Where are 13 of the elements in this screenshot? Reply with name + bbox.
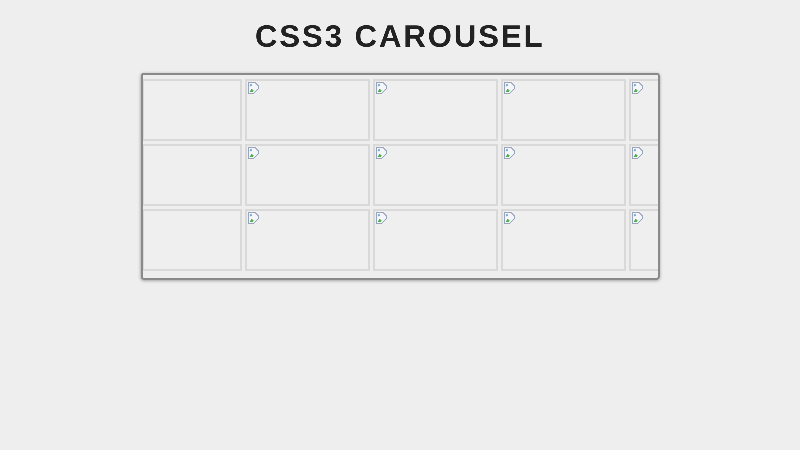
broken-image-icon — [376, 147, 386, 159]
broken-image-icon — [248, 82, 258, 94]
broken-image-icon — [632, 82, 642, 94]
broken-image-icon — [504, 212, 514, 224]
broken-image-icon — [376, 212, 386, 224]
page-title: CSS3 CAROUSEL — [255, 18, 545, 56]
broken-image-icon — [376, 82, 386, 94]
broken-image-icon — [632, 147, 642, 159]
broken-image-icon — [248, 212, 258, 224]
broken-image-icon — [248, 147, 258, 159]
broken-image-icon — [632, 212, 642, 224]
broken-image-icon — [504, 147, 514, 159]
broken-image-icon — [504, 82, 514, 94]
